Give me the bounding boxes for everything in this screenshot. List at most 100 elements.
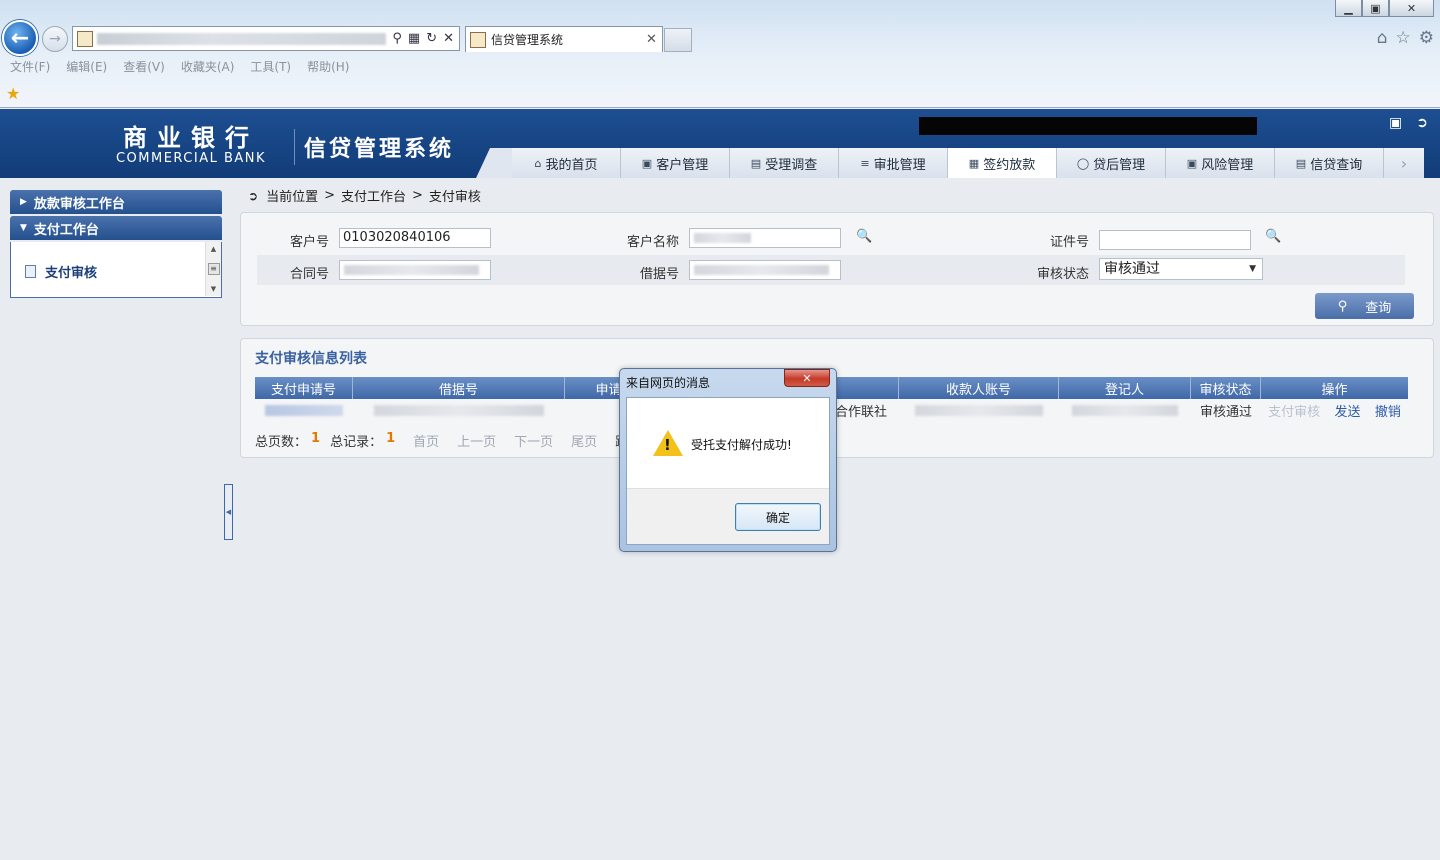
cell-apply-no[interactable] [255,399,353,421]
nav-tab-approval[interactable]: ≡ 审批管理 [839,148,948,178]
main-nav: ⌂ 我的首页 ▣ 客户管理 ▤ 受理调查 ≡ 审批管理 ▦ 签约放款 ◯ 贷后管理 ▣ 风险管… [460,148,1424,178]
cert-no-search-icon[interactable]: 🔍 [1265,229,1281,244]
nav-tab-signing-loan[interactable]: ▦ 签约放款 [948,148,1057,178]
menu-tools[interactable]: 工具(T) [250,58,291,76]
add-favorite-star-icon[interactable]: ★ [6,84,20,103]
home-icon[interactable]: ⌂ [1377,28,1388,48]
favorites-star-icon[interactable]: ☆ [1396,28,1411,48]
menu-view[interactable]: 查看(V) [123,58,165,76]
monitor-icon[interactable]: ▣ [1389,115,1402,131]
back-arrow-icon[interactable]: ← [2,20,38,56]
search-icon[interactable]: ⚲ [392,31,402,46]
pager-next[interactable]: 下一页 [514,431,553,450]
minimize-button[interactable]: ▁ [1335,0,1362,17]
scroll-up-icon[interactable]: ▲ [211,245,216,253]
bank-name-cn: 商业银行 [123,123,259,152]
bank-name-en: COMMERCIAL BANK [115,151,267,166]
menu-file[interactable]: 文件(F) [10,58,50,76]
address-bar[interactable]: ⚲ ▦ ↻ ✕ [72,26,460,51]
menu-edit[interactable]: 编辑(E) [66,58,107,76]
scroll-thumb[interactable]: ≡ [207,263,220,275]
ok-button[interactable]: 确定 [735,503,821,531]
pager-first[interactable]: 首页 [413,431,439,450]
nav-tab-home[interactable]: ⌂ 我的首页 [512,148,621,178]
tab-close-icon[interactable]: ✕ [646,32,662,47]
bank-logo: 商业银行 COMMERCIAL BANK [110,123,272,167]
breadcrumb-payment-audit: 支付审核 [428,190,481,205]
compat-view-icon[interactable]: ▦ [408,31,420,46]
receipt-no-input[interactable] [689,260,841,280]
sidebar-item-label: 支付审核 [45,266,98,281]
customer-name-input[interactable] [689,228,841,248]
sidebar-scrollbar[interactable]: ▲ ≡ ▼ [205,242,221,296]
col-header-status[interactable]: 审核状态 [1191,377,1261,399]
nav-tab-label: 贷后管理 [1093,157,1146,173]
sidebar-section-payment[interactable]: ▼ 支付工作台 [10,216,222,240]
investigation-icon: ▤ [750,156,762,170]
breadcrumb-prefix: 当前位置 [266,190,319,205]
settings-gear-icon[interactable]: ⚙ [1419,28,1434,48]
sidebar-section-loan-audit[interactable]: ▶ 放款审核工作台 [10,190,222,214]
customer-no-input[interactable]: 0103020840106 [339,228,491,248]
pager-last[interactable]: 尾页 [571,431,597,450]
search-panel: 客户号 0103020840106 客户名称 🔍 证件号 🔍 合同号 借据号 审… [240,212,1434,326]
nav-tab-post-loan[interactable]: ◯ 贷后管理 [1057,148,1166,178]
col-header-receipt-no[interactable]: 借据号 [353,377,565,399]
cell-receipt-no [353,399,565,421]
query-icon: ▤ [1295,156,1307,170]
page-favicon-icon [77,30,93,47]
query-button-label: 查询 [1365,300,1392,316]
col-header-registrant[interactable]: 登记人 [1059,377,1191,399]
nav-tab-credit-query[interactable]: ▤ 信贷查询 [1275,148,1384,178]
redacted-user-info [919,117,1257,135]
post-loan-icon: ◯ [1076,156,1090,170]
audit-status-select[interactable]: 审核通过 ▼ [1099,258,1263,280]
contract-no-label: 合同号 [289,267,329,282]
nav-tab-investigation[interactable]: ▤ 受理调查 [730,148,839,178]
scroll-down-icon[interactable]: ▼ [211,285,216,293]
customer-name-search-icon[interactable]: 🔍 [856,229,872,244]
sidebar-item-payment-audit[interactable]: 支付审核 [25,262,97,281]
cell-actions: 支付审核 发送 撤销 [1261,399,1408,421]
cell-payee-account [899,399,1059,421]
new-tab-button[interactable] [664,28,692,52]
nav-more-chevron-right-icon[interactable]: › [1384,148,1424,178]
nav-tab-label: 客户管理 [656,157,709,173]
cancel-link[interactable]: 撤销 [1375,401,1401,420]
dialog-close-button[interactable]: ✕ [784,369,830,387]
contract-no-input[interactable] [339,260,491,280]
menu-favorites[interactable]: 收藏夹(A) [181,58,235,76]
payment-audit-link[interactable]: 支付审核 [1268,401,1320,420]
sidebar-collapse-handle[interactable]: ◀ [224,484,233,540]
breadcrumb-separator: > [412,188,423,203]
list-panel: 支付审核信息列表 支付申请号 借据号 申请支付 行 收款人账号 登记人 审核状态… [240,338,1434,458]
search-icon: ⚲ [1337,298,1348,314]
nav-tab-customer[interactable]: ▣ 客户管理 [621,148,730,178]
nav-tab-label: 信贷查询 [1310,157,1363,173]
risk-icon: ▣ [1186,156,1198,170]
list-title: 支付审核信息列表 [255,351,367,367]
menu-help[interactable]: 帮助(H) [307,58,349,76]
nav-tab-label: 风险管理 [1201,157,1254,173]
col-header-apply-no[interactable]: 支付申请号 [255,377,353,399]
logo-divider [294,129,295,165]
refresh-icon[interactable]: ↻ [426,31,437,46]
audit-status-value: 审核通过 [1104,261,1160,277]
pager-prev[interactable]: 上一页 [457,431,496,450]
address-tools: ⚲ ▦ ↻ ✕ [392,31,459,46]
breadcrumb-payment-workbench[interactable]: 支付工作台 [341,186,406,205]
maximize-button[interactable]: ▣ [1362,0,1389,17]
logout-icon[interactable]: ➲ [1416,115,1428,131]
cert-no-input[interactable] [1099,230,1251,250]
send-link[interactable]: 发送 [1334,401,1360,420]
nav-tab-risk[interactable]: ▣ 风险管理 [1166,148,1275,178]
query-button[interactable]: ⚲ 查询 [1315,293,1414,319]
browser-tab-active[interactable]: 信贷管理系统 ✕ [465,26,663,52]
stop-icon[interactable]: ✕ [443,31,454,46]
col-header-payee-account[interactable]: 收款人账号 [899,377,1059,399]
warning-exclamation-icon: ! [664,436,671,454]
forward-arrow-icon[interactable]: → [42,26,68,52]
nav-decor [460,148,512,178]
address-url-redacted[interactable] [97,32,387,45]
window-close-button[interactable]: ✕ [1389,0,1434,17]
